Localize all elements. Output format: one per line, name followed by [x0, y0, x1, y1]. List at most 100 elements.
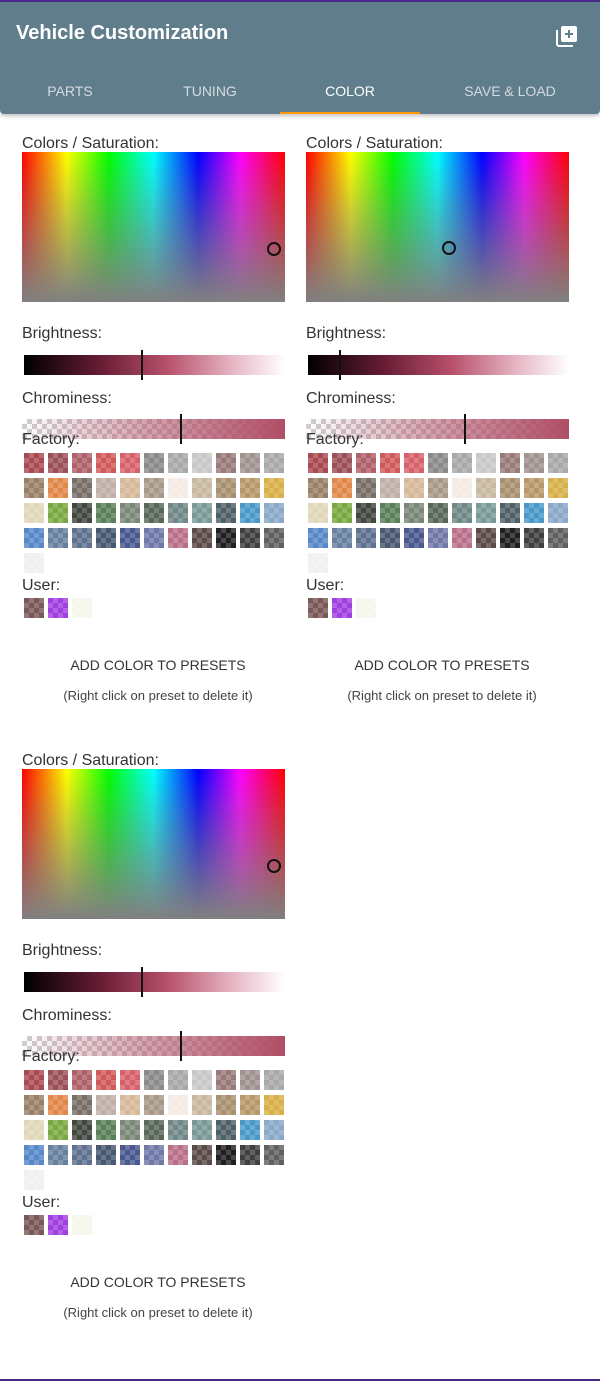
factory-color-swatch[interactable]	[144, 503, 164, 523]
factory-color-swatch[interactable]	[72, 1095, 92, 1115]
factory-color-swatch[interactable]	[144, 1095, 164, 1115]
factory-color-swatch[interactable]	[380, 478, 400, 498]
factory-color-swatch[interactable]	[548, 503, 568, 523]
factory-color-swatch[interactable]	[356, 503, 376, 523]
factory-color-swatch[interactable]	[308, 478, 328, 498]
factory-color-swatch[interactable]	[548, 453, 568, 473]
factory-color-swatch[interactable]	[476, 453, 496, 473]
saturation-picker[interactable]	[22, 152, 285, 302]
factory-color-swatch[interactable]	[548, 478, 568, 498]
user-color-swatch[interactable]	[308, 598, 328, 618]
factory-color-swatch[interactable]	[72, 1145, 92, 1165]
user-color-swatch[interactable]	[48, 598, 68, 618]
factory-color-swatch[interactable]	[48, 528, 68, 548]
brightness-slider[interactable]	[24, 967, 285, 997]
user-color-swatch[interactable]	[24, 1215, 44, 1235]
factory-color-swatch[interactable]	[452, 528, 472, 548]
factory-color-swatch[interactable]	[264, 528, 284, 548]
factory-color-swatch[interactable]	[404, 503, 424, 523]
factory-color-swatch[interactable]	[380, 528, 400, 548]
factory-color-swatch[interactable]	[144, 1145, 164, 1165]
factory-color-swatch[interactable]	[500, 503, 520, 523]
brightness-slider-handle[interactable]	[141, 967, 143, 997]
saturation-picker[interactable]	[306, 152, 569, 302]
factory-color-swatch[interactable]	[24, 1095, 44, 1115]
factory-color-swatch[interactable]	[96, 478, 116, 498]
factory-color-swatch[interactable]	[72, 1070, 92, 1090]
factory-color-swatch[interactable]	[48, 1145, 68, 1165]
factory-color-swatch[interactable]	[72, 503, 92, 523]
factory-color-swatch[interactable]	[264, 478, 284, 498]
factory-color-swatch[interactable]	[192, 1095, 212, 1115]
factory-color-swatch[interactable]	[72, 1120, 92, 1140]
factory-color-swatch[interactable]	[452, 453, 472, 473]
factory-color-swatch[interactable]	[120, 528, 140, 548]
factory-color-swatch[interactable]	[96, 1145, 116, 1165]
factory-color-swatch[interactable]	[96, 503, 116, 523]
factory-color-swatch[interactable]	[168, 1145, 188, 1165]
factory-color-swatch[interactable]	[96, 528, 116, 548]
factory-color-swatch[interactable]	[120, 1095, 140, 1115]
factory-color-swatch[interactable]	[72, 453, 92, 473]
factory-color-swatch[interactable]	[216, 1120, 236, 1140]
tab-color[interactable]: COLOR	[280, 70, 420, 114]
factory-color-swatch[interactable]	[48, 478, 68, 498]
factory-color-swatch[interactable]	[48, 1070, 68, 1090]
factory-color-swatch[interactable]	[380, 503, 400, 523]
factory-color-swatch[interactable]	[356, 478, 376, 498]
factory-color-swatch[interactable]	[144, 528, 164, 548]
factory-color-swatch[interactable]	[240, 1120, 260, 1140]
factory-color-swatch[interactable]	[240, 453, 260, 473]
factory-color-swatch[interactable]	[404, 453, 424, 473]
factory-color-swatch[interactable]	[192, 503, 212, 523]
factory-color-swatch[interactable]	[120, 478, 140, 498]
factory-color-swatch[interactable]	[24, 1170, 44, 1190]
factory-color-swatch[interactable]	[500, 453, 520, 473]
factory-color-swatch[interactable]	[404, 478, 424, 498]
factory-color-swatch[interactable]	[240, 1145, 260, 1165]
factory-color-swatch[interactable]	[24, 503, 44, 523]
factory-color-swatch[interactable]	[48, 503, 68, 523]
factory-color-swatch[interactable]	[264, 1120, 284, 1140]
add-color-to-presets-button[interactable]: ADD COLOR TO PRESETS	[22, 1267, 294, 1297]
factory-color-swatch[interactable]	[120, 453, 140, 473]
factory-color-swatch[interactable]	[308, 528, 328, 548]
factory-color-swatch[interactable]	[332, 503, 352, 523]
factory-color-swatch[interactable]	[120, 1070, 140, 1090]
tab-parts[interactable]: PARTS	[0, 70, 140, 114]
user-color-swatch[interactable]	[72, 1215, 92, 1235]
factory-color-swatch[interactable]	[144, 1120, 164, 1140]
factory-color-swatch[interactable]	[476, 503, 496, 523]
factory-color-swatch[interactable]	[452, 503, 472, 523]
user-color-swatch[interactable]	[72, 598, 92, 618]
chrominess-slider-handle[interactable]	[180, 414, 182, 444]
factory-color-swatch[interactable]	[380, 453, 400, 473]
chrominess-slider-handle[interactable]	[464, 414, 466, 444]
factory-color-swatch[interactable]	[264, 1145, 284, 1165]
factory-color-swatch[interactable]	[308, 503, 328, 523]
factory-color-swatch[interactable]	[216, 1145, 236, 1165]
add-color-to-presets-button[interactable]: ADD COLOR TO PRESETS	[22, 650, 294, 680]
factory-color-swatch[interactable]	[48, 1095, 68, 1115]
factory-color-swatch[interactable]	[192, 453, 212, 473]
factory-color-swatch[interactable]	[168, 1120, 188, 1140]
factory-color-swatch[interactable]	[476, 528, 496, 548]
factory-color-swatch[interactable]	[72, 478, 92, 498]
factory-color-swatch[interactable]	[428, 528, 448, 548]
factory-color-swatch[interactable]	[216, 478, 236, 498]
factory-color-swatch[interactable]	[240, 503, 260, 523]
factory-color-swatch[interactable]	[24, 1145, 44, 1165]
factory-color-swatch[interactable]	[24, 478, 44, 498]
factory-color-swatch[interactable]	[240, 1095, 260, 1115]
factory-color-swatch[interactable]	[332, 453, 352, 473]
factory-color-swatch[interactable]	[192, 478, 212, 498]
factory-color-swatch[interactable]	[428, 478, 448, 498]
factory-color-swatch[interactable]	[500, 528, 520, 548]
saturation-picker[interactable]	[22, 769, 285, 919]
tab-tuning[interactable]: TUNING	[140, 70, 280, 114]
factory-color-swatch[interactable]	[192, 1070, 212, 1090]
factory-color-swatch[interactable]	[168, 453, 188, 473]
tab-save-load[interactable]: SAVE & LOAD	[420, 70, 600, 114]
brightness-slider[interactable]	[308, 350, 569, 380]
brightness-slider[interactable]	[24, 350, 285, 380]
